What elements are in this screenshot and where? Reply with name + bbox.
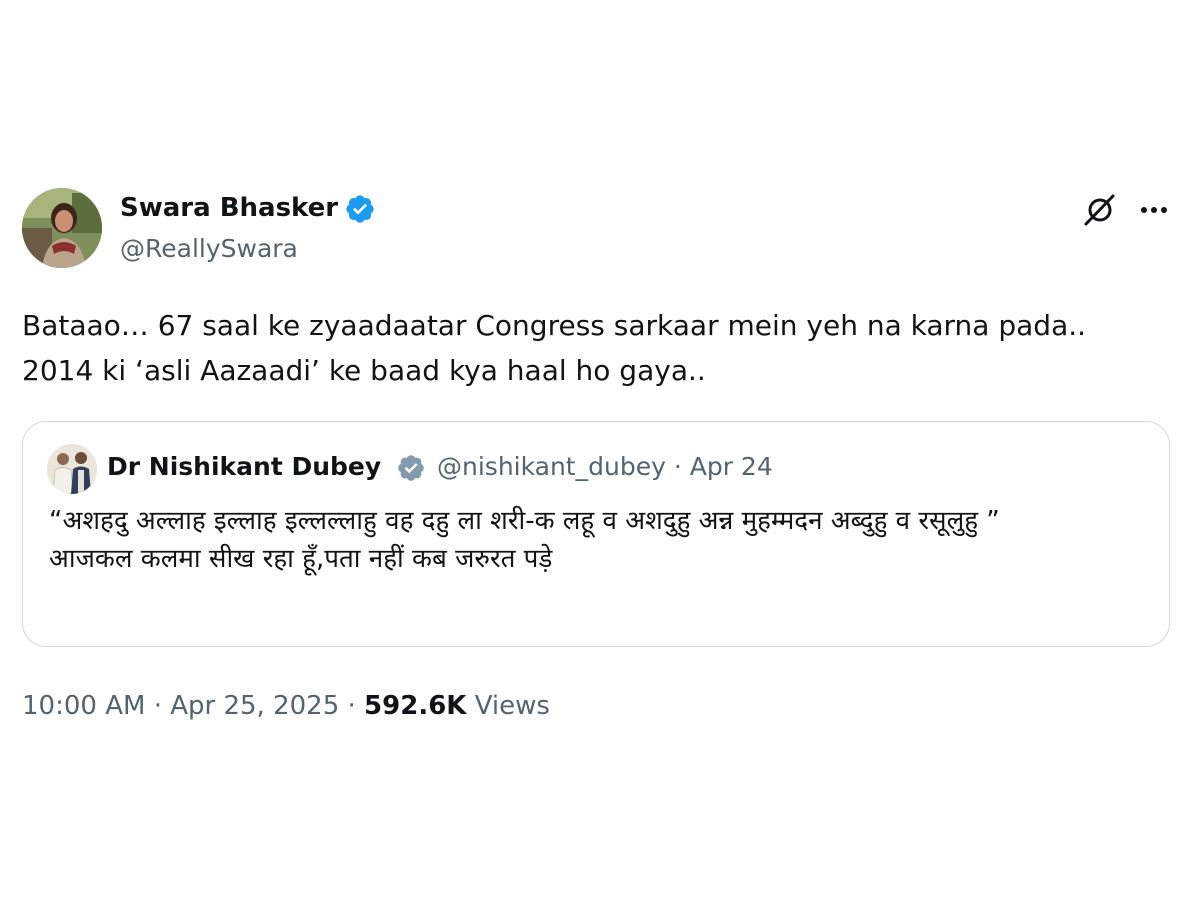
grok-icon[interactable]	[1082, 192, 1118, 228]
quoted-tweet[interactable]: Dr Nishikant Dubey @nishikant_dubey · Ap…	[22, 421, 1170, 647]
views-label: Views	[474, 691, 550, 721]
tweet-text: Bataao… 67 saal ke zyaadaatar Congress s…	[22, 309, 1087, 387]
verified-badge-icon	[398, 455, 424, 481]
tweet-card: Swara Bhasker @ReallySwara Bataao… 67 sa…	[0, 0, 1200, 900]
footer-separator: ·	[153, 691, 162, 721]
quoted-author-avatar	[47, 444, 97, 494]
quoted-author-handle[interactable]: @nishikant_dubey	[437, 452, 666, 481]
footer-separator: ·	[347, 691, 356, 721]
quoted-tweet-text: “अशहदु अल्लाह इल्लाह इल्लल्लाहु वह दहु ल…	[49, 502, 1139, 578]
more-options-icon[interactable]	[1136, 195, 1172, 225]
quoted-author-display-name[interactable]: Dr Nishikant Dubey	[107, 449, 381, 485]
author-handle[interactable]: @ReallySwara	[120, 233, 298, 265]
quoted-tweet-meta: @nishikant_dubey · Apr 24	[437, 449, 773, 485]
quoted-text-line: आजकल कलमा सीख रहा हूँ,पता नहीं कब जरुरत …	[49, 544, 553, 574]
tweet-footer: 10:00 AM · Apr 25, 2025 · 592.6K Views	[22, 688, 550, 724]
author-avatar[interactable]	[22, 188, 102, 268]
tweet-time[interactable]: 10:00 AM	[22, 691, 145, 721]
meta-separator: ·	[673, 452, 682, 481]
tweet-date[interactable]: Apr 25, 2025	[170, 691, 339, 721]
author-display-name[interactable]: Swara Bhasker	[120, 191, 338, 225]
quoted-tweet-date[interactable]: Apr 24	[690, 452, 773, 481]
verified-badge-icon	[346, 195, 374, 223]
quoted-text-line: “अशहदु अल्लाह इल्लाह इल्लल्लाहु वह दहु ल…	[49, 506, 1000, 536]
views-count[interactable]: 592.6K	[364, 691, 466, 721]
